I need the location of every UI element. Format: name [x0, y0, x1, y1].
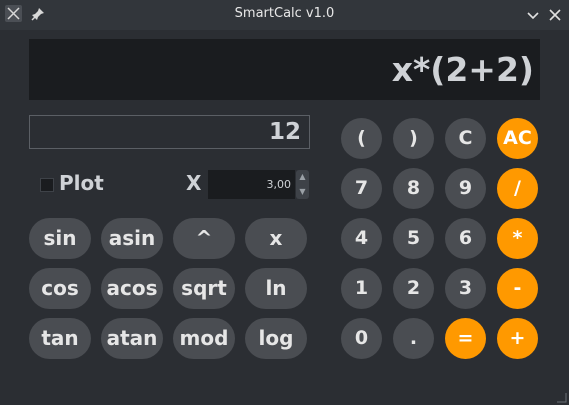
- asin-button[interactable]: asin: [101, 218, 163, 259]
- cos-button[interactable]: cos: [29, 268, 91, 309]
- digit-7-button[interactable]: 7: [341, 168, 382, 209]
- x-label: X: [186, 171, 202, 195]
- window-title: SmartCalc v1.0: [234, 6, 335, 21]
- chevron-down-icon: [527, 12, 539, 20]
- result-field[interactable]: 12: [29, 115, 310, 149]
- stepper-down-icon[interactable]: ▼: [296, 185, 309, 199]
- digit-5-button[interactable]: 5: [393, 218, 434, 259]
- sqrt-button[interactable]: sqrt: [173, 268, 235, 309]
- decimal-point-button[interactable]: .: [393, 318, 434, 359]
- digit-0-button[interactable]: 0: [341, 318, 382, 359]
- all-clear-button[interactable]: AC: [497, 118, 538, 159]
- power-button[interactable]: ^: [173, 218, 235, 259]
- digit-2-button[interactable]: 2: [393, 268, 434, 309]
- close-button[interactable]: [547, 7, 563, 23]
- digit-1-button[interactable]: 1: [341, 268, 382, 309]
- x-variable-button[interactable]: x: [245, 218, 307, 259]
- digit-4-button[interactable]: 4: [341, 218, 382, 259]
- equals-button[interactable]: =: [445, 318, 486, 359]
- x-value-input[interactable]: 3,00: [208, 170, 295, 199]
- right-paren-button[interactable]: ): [393, 118, 434, 159]
- mod-button[interactable]: mod: [173, 318, 235, 359]
- log-button[interactable]: log: [245, 318, 307, 359]
- divide-button[interactable]: /: [497, 168, 538, 209]
- atan-button[interactable]: atan: [101, 318, 163, 359]
- stepper-up-icon[interactable]: ▲: [296, 170, 309, 184]
- clear-button[interactable]: C: [445, 118, 486, 159]
- expression-display: x*(2+2): [29, 39, 540, 100]
- minus-button[interactable]: -: [497, 268, 538, 309]
- plot-checkbox[interactable]: [40, 178, 54, 192]
- sin-button[interactable]: sin: [29, 218, 91, 259]
- ln-button[interactable]: ln: [245, 268, 307, 309]
- close-icon: [549, 9, 561, 21]
- tan-button[interactable]: tan: [29, 318, 91, 359]
- digit-6-button[interactable]: 6: [445, 218, 486, 259]
- digit-9-button[interactable]: 9: [445, 168, 486, 209]
- digit-8-button[interactable]: 8: [393, 168, 434, 209]
- multiply-button[interactable]: *: [497, 218, 538, 259]
- title-bar: SmartCalc v1.0: [0, 0, 569, 30]
- plus-button[interactable]: +: [497, 318, 538, 359]
- left-paren-button[interactable]: (: [341, 118, 382, 159]
- plot-label[interactable]: Plot: [59, 171, 104, 195]
- acos-button[interactable]: acos: [101, 268, 163, 309]
- digit-3-button[interactable]: 3: [445, 268, 486, 309]
- resize-grip-icon[interactable]: [555, 391, 567, 403]
- x-value-stepper[interactable]: ▲ ▼: [296, 170, 309, 199]
- minimize-button[interactable]: [525, 7, 541, 23]
